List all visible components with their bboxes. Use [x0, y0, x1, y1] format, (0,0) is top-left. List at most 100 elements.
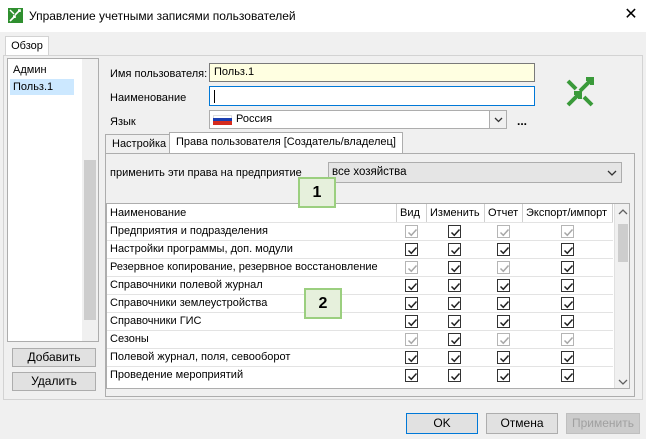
- checkmark-icon: [407, 228, 418, 237]
- name-input[interactable]: [209, 86, 535, 106]
- table-scroll-thumb[interactable]: [618, 224, 628, 262]
- add-user-button[interactable]: Добавить: [12, 348, 96, 367]
- tab-user-rights[interactable]: Права пользователя [Создатель/владелец]: [169, 132, 403, 154]
- checkbox-report[interactable]: [497, 297, 510, 310]
- checkbox-export-import[interactable]: [561, 297, 574, 310]
- checkbox-report[interactable]: [497, 261, 510, 274]
- checkmark-icon: [450, 318, 461, 327]
- table-row[interactable]: Проведение мероприятий: [107, 366, 613, 384]
- row-name: Справочники ГИС: [110, 315, 202, 327]
- checkbox-edit[interactable]: [448, 225, 461, 238]
- checkmark-icon: [499, 372, 510, 381]
- tab-overview[interactable]: Обзор: [5, 36, 49, 56]
- checkbox-export-import[interactable]: [561, 315, 574, 328]
- checkbox-export-import[interactable]: [561, 243, 574, 256]
- checkbox-report[interactable]: [497, 333, 510, 346]
- checkbox-edit[interactable]: [448, 279, 461, 292]
- checkmark-icon: [450, 228, 461, 237]
- checkbox-view[interactable]: [405, 243, 418, 256]
- column-header-export-import[interactable]: Экспорт/импорт: [523, 204, 613, 222]
- row-name: Настройки программы, доп. модули: [110, 243, 293, 255]
- ok-button[interactable]: OK: [406, 413, 478, 434]
- table-row[interactable]: Резервное копирование, резервное восстан…: [107, 258, 613, 276]
- checkbox-view[interactable]: [405, 297, 418, 310]
- checkmark-icon: [499, 264, 510, 273]
- close-icon[interactable]: ✕: [620, 4, 642, 26]
- checkmark-icon: [499, 354, 510, 363]
- rights-table: Наименование Вид Изменить Отчет Экспорт/…: [106, 203, 630, 389]
- checkmark-icon: [499, 300, 510, 309]
- table-row[interactable]: Справочники полевой журнал: [107, 276, 613, 294]
- table-row[interactable]: Полевой журнал, поля, севооборот: [107, 348, 613, 366]
- russia-flag-icon: [213, 115, 232, 125]
- table-row[interactable]: Предприятия и подразделения: [107, 222, 613, 240]
- name-label: Наименование: [110, 92, 187, 104]
- checkbox-edit[interactable]: [448, 351, 461, 364]
- row-name: Резервное копирование, резервное восстан…: [110, 261, 378, 273]
- delete-user-button[interactable]: Удалить: [12, 372, 96, 391]
- checkbox-export-import[interactable]: [561, 225, 574, 238]
- row-name: Полевой журнал, поля, севооборот: [110, 351, 291, 363]
- table-row[interactable]: Настройки программы, доп. модули: [107, 240, 613, 258]
- checkmark-icon: [450, 354, 461, 363]
- user-list-item[interactable]: Админ: [10, 62, 74, 78]
- tab-settings[interactable]: Настройка: [105, 134, 174, 154]
- checkmark-icon: [563, 246, 574, 255]
- checkbox-report[interactable]: [497, 315, 510, 328]
- checkbox-view[interactable]: [405, 261, 418, 274]
- checkbox-report[interactable]: [497, 225, 510, 238]
- checkbox-view[interactable]: [405, 225, 418, 238]
- table-row[interactable]: Справочники ГИС: [107, 312, 613, 330]
- cancel-button[interactable]: Отмена: [486, 413, 558, 434]
- checkbox-view[interactable]: [405, 369, 418, 382]
- username-input[interactable]: Польз.1: [209, 63, 535, 82]
- checkbox-view[interactable]: [405, 279, 418, 292]
- checkbox-view[interactable]: [405, 315, 418, 328]
- app-logo-icon: [8, 8, 23, 23]
- checkbox-report[interactable]: [497, 369, 510, 382]
- scroll-up-icon[interactable]: [618, 208, 628, 216]
- checkbox-export-import[interactable]: [561, 333, 574, 346]
- checkbox-edit[interactable]: [448, 261, 461, 274]
- more-button[interactable]: ...: [517, 114, 527, 128]
- checkmark-icon: [450, 246, 461, 255]
- checkbox-export-import[interactable]: [561, 369, 574, 382]
- enterprise-select-value: все хозяйства: [332, 166, 407, 178]
- scroll-down-icon[interactable]: [618, 378, 628, 386]
- checkbox-edit[interactable]: [448, 243, 461, 256]
- checkmark-icon: [563, 318, 574, 327]
- checkbox-view[interactable]: [405, 351, 418, 364]
- checkbox-export-import[interactable]: [561, 261, 574, 274]
- checkbox-edit[interactable]: [448, 333, 461, 346]
- row-name: Проведение мероприятий: [110, 369, 244, 381]
- checkbox-view[interactable]: [405, 333, 418, 346]
- checkbox-report[interactable]: [497, 279, 510, 292]
- user-list-item-selected[interactable]: Польз.1: [10, 79, 74, 95]
- row-name: Предприятия и подразделения: [110, 225, 268, 237]
- checkbox-export-import[interactable]: [561, 351, 574, 364]
- checkmark-icon: [499, 282, 510, 291]
- table-row[interactable]: Справочники землеустройства: [107, 294, 613, 312]
- title-bar: Управление учетными записями пользовател…: [0, 0, 646, 32]
- checkbox-report[interactable]: [497, 351, 510, 364]
- table-row[interactable]: Сезоны: [107, 330, 613, 348]
- checkbox-edit[interactable]: [448, 369, 461, 382]
- table-scrollbar[interactable]: [614, 204, 629, 388]
- checkmark-icon: [499, 336, 510, 345]
- checkmark-icon: [407, 264, 418, 273]
- chevron-down-icon[interactable]: [489, 111, 506, 128]
- language-select[interactable]: Россия: [209, 110, 507, 129]
- window-title: Управление учетными записями пользовател…: [29, 9, 296, 23]
- user-list-scroll-thumb[interactable]: [84, 160, 96, 320]
- checkbox-export-import[interactable]: [561, 279, 574, 292]
- column-header-edit[interactable]: Изменить: [427, 204, 485, 222]
- checkbox-report[interactable]: [497, 243, 510, 256]
- column-header-name[interactable]: Наименование: [107, 204, 397, 222]
- checkmark-icon: [407, 300, 418, 309]
- checkbox-edit[interactable]: [448, 297, 461, 310]
- enterprise-select[interactable]: все хозяйства: [328, 162, 622, 183]
- column-header-report[interactable]: Отчет: [485, 204, 523, 222]
- column-header-view[interactable]: Вид: [397, 204, 427, 222]
- checkbox-edit[interactable]: [448, 315, 461, 328]
- apply-button[interactable]: Применить: [566, 413, 640, 434]
